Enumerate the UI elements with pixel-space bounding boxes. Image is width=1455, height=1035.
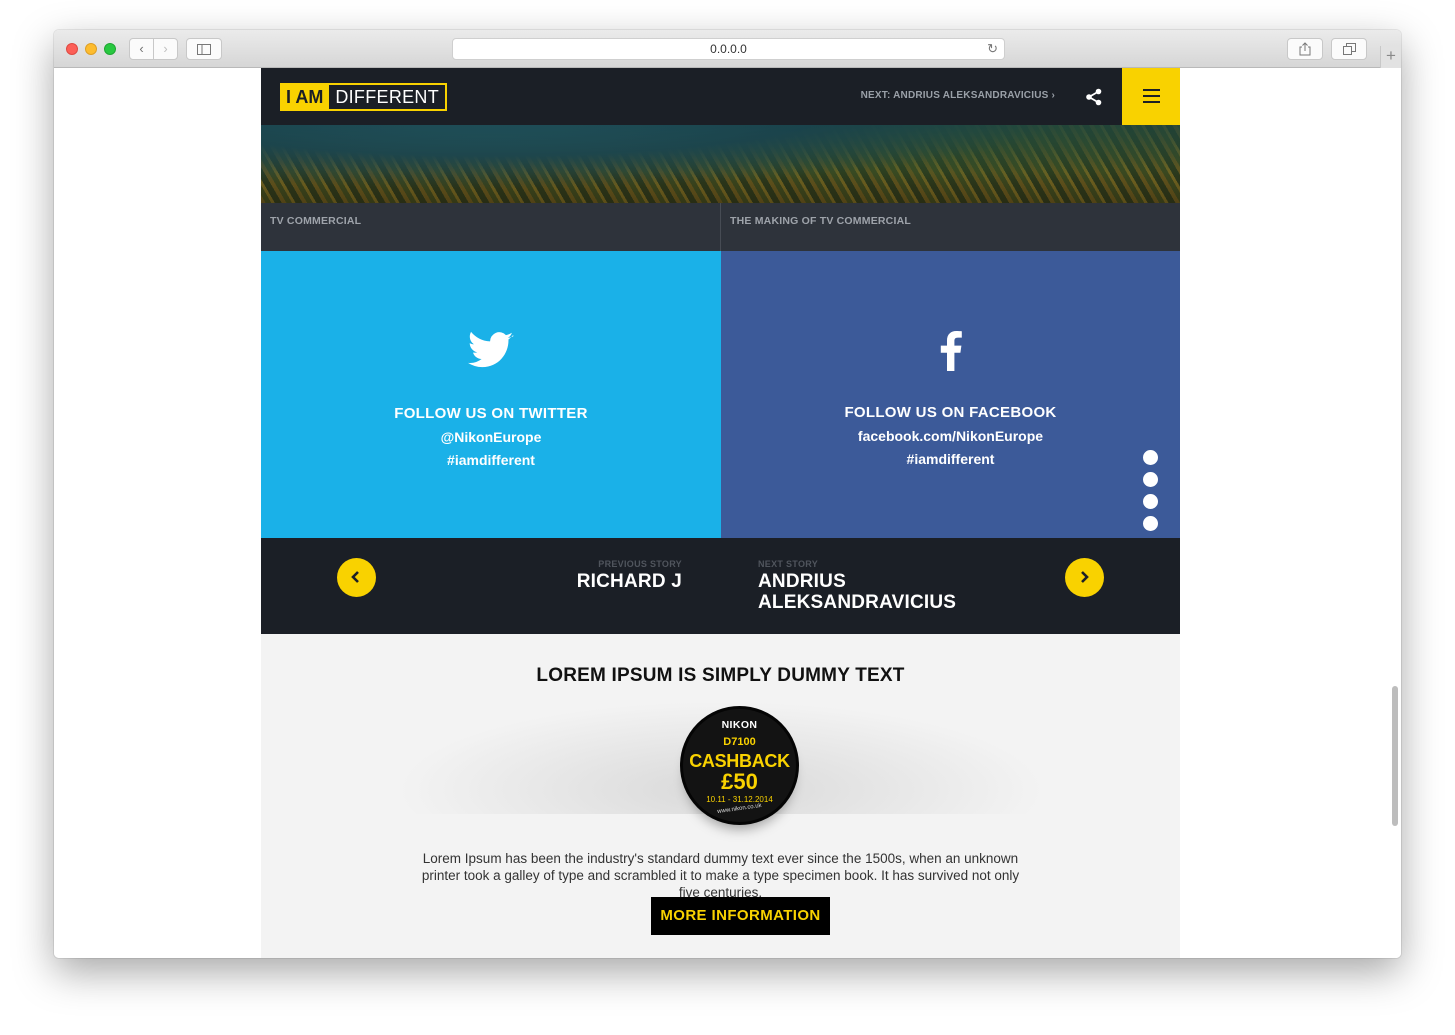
more-information-button[interactable]: MORE INFORMATION xyxy=(651,897,830,935)
pager-dot[interactable] xyxy=(1143,494,1158,509)
page-viewport: I AM DIFFERENT NEXT: ANDRIUS ALEKSANDRAV… xyxy=(54,68,1401,958)
url-text: 0.0.0.0 xyxy=(710,42,747,56)
chevron-right-icon: › xyxy=(163,41,168,56)
chevron-right-icon xyxy=(1081,571,1089,583)
menu-button[interactable] xyxy=(1122,68,1180,125)
badge-amount: £50 xyxy=(721,769,758,794)
logo-i-am: I AM xyxy=(282,85,330,109)
facebook-title: FOLLOW US ON FACEBOOK xyxy=(844,404,1057,421)
browser-toolbar: ‹ › 0.0.0.0 ↻ + xyxy=(54,30,1401,68)
forward-button[interactable]: › xyxy=(153,38,178,60)
close-window-button[interactable] xyxy=(66,43,78,55)
facebook-f-icon xyxy=(940,331,962,371)
previous-story-button[interactable] xyxy=(337,558,376,597)
pager-dot[interactable] xyxy=(1143,472,1158,487)
promo-title: LOREM IPSUM IS SIMPLY DUMMY TEXT xyxy=(536,665,905,686)
story-navigation: PREVIOUS STORY RICHARD J NEXT STORY ANDR… xyxy=(261,538,1180,634)
hero-image-underwater xyxy=(261,125,1180,203)
hamburger-icon-bar xyxy=(1143,101,1160,103)
sidebar-icon xyxy=(197,44,211,55)
badge-model: D7100 xyxy=(723,736,756,748)
hamburger-icon-bar xyxy=(1143,95,1160,97)
previous-story-label: PREVIOUS STORY xyxy=(598,559,682,569)
twitter-handle[interactable]: @NikonEurope xyxy=(261,429,721,445)
reload-icon[interactable]: ↻ xyxy=(987,39,998,59)
back-button[interactable]: ‹ xyxy=(129,38,154,60)
share-button[interactable] xyxy=(1287,38,1323,60)
new-tab-button[interactable]: + xyxy=(1380,46,1401,68)
website: I AM DIFFERENT NEXT: ANDRIUS ALEKSANDRAV… xyxy=(261,68,1180,958)
site-header: I AM DIFFERENT NEXT: ANDRIUS ALEKSANDRAV… xyxy=(261,68,1180,125)
chevron-left-icon: ‹ xyxy=(139,41,144,56)
facebook-url[interactable]: facebook.com/NikonEurope xyxy=(721,428,1180,444)
pager-dot[interactable] xyxy=(1143,450,1158,465)
facebook-panel[interactable]: FOLLOW US ON FACEBOOK facebook.com/Nikon… xyxy=(721,251,1180,538)
next-story-link[interactable]: NEXT: ANDRIUS ALEKSANDRAVICIUS › xyxy=(861,90,1055,101)
facebook-hashtag[interactable]: #iamdifferent xyxy=(721,451,1180,467)
share-arrow-icon xyxy=(1299,42,1311,56)
cashback-badge: NIKON D7100 CASHBACK £50 10.11 - 31.12.2… xyxy=(680,706,799,825)
video-making-of[interactable]: THE MAKING OF TV COMMERCIAL xyxy=(721,203,1180,251)
hamburger-icon xyxy=(1143,89,1160,91)
video-tabs: TV COMMERCIAL THE MAKING OF TV COMMERCIA… xyxy=(261,203,1180,251)
sidebar-toggle-button[interactable] xyxy=(186,38,222,60)
vertical-scrollbar[interactable] xyxy=(1392,686,1398,826)
twitter-hashtag[interactable]: #iamdifferent xyxy=(261,452,721,468)
badge-brand: NIKON xyxy=(721,719,758,731)
twitter-title: FOLLOW US ON TWITTER xyxy=(394,405,588,422)
tabs-overview-button[interactable] xyxy=(1331,38,1367,60)
plus-icon: + xyxy=(1386,46,1396,65)
logo-different: DIFFERENT xyxy=(335,87,440,107)
video-tv-commercial[interactable]: TV COMMERCIAL xyxy=(261,203,721,251)
share-icon[interactable] xyxy=(1085,88,1103,106)
zoom-window-button[interactable] xyxy=(104,43,116,55)
next-story-name[interactable]: ANDRIUS ALEKSANDRAVICIUS xyxy=(758,571,978,613)
chevron-left-icon xyxy=(351,571,359,583)
previous-story-name[interactable]: RICHARD J xyxy=(577,571,682,592)
site-logo[interactable]: I AM DIFFERENT xyxy=(280,83,448,111)
next-story-button[interactable] xyxy=(1065,558,1104,597)
twitter-bird-icon xyxy=(468,331,514,368)
promo-section: LOREM IPSUM IS SIMPLY DUMMY TEXT NIKON D… xyxy=(261,634,1180,958)
twitter-panel[interactable]: FOLLOW US ON TWITTER @NikonEurope #iamdi… xyxy=(261,251,721,538)
tabs-icon xyxy=(1342,43,1356,55)
pager-dot[interactable] xyxy=(1143,516,1158,531)
minimize-window-button[interactable] xyxy=(85,43,97,55)
browser-window: ‹ › 0.0.0.0 ↻ + I AM DIFFERENT NEXT: AND… xyxy=(54,30,1401,958)
promo-description: Lorem Ipsum has been the industry's stan… xyxy=(421,851,1020,900)
address-bar[interactable]: 0.0.0.0 ↻ xyxy=(452,38,1005,60)
next-story-label: NEXT STORY xyxy=(758,559,819,569)
